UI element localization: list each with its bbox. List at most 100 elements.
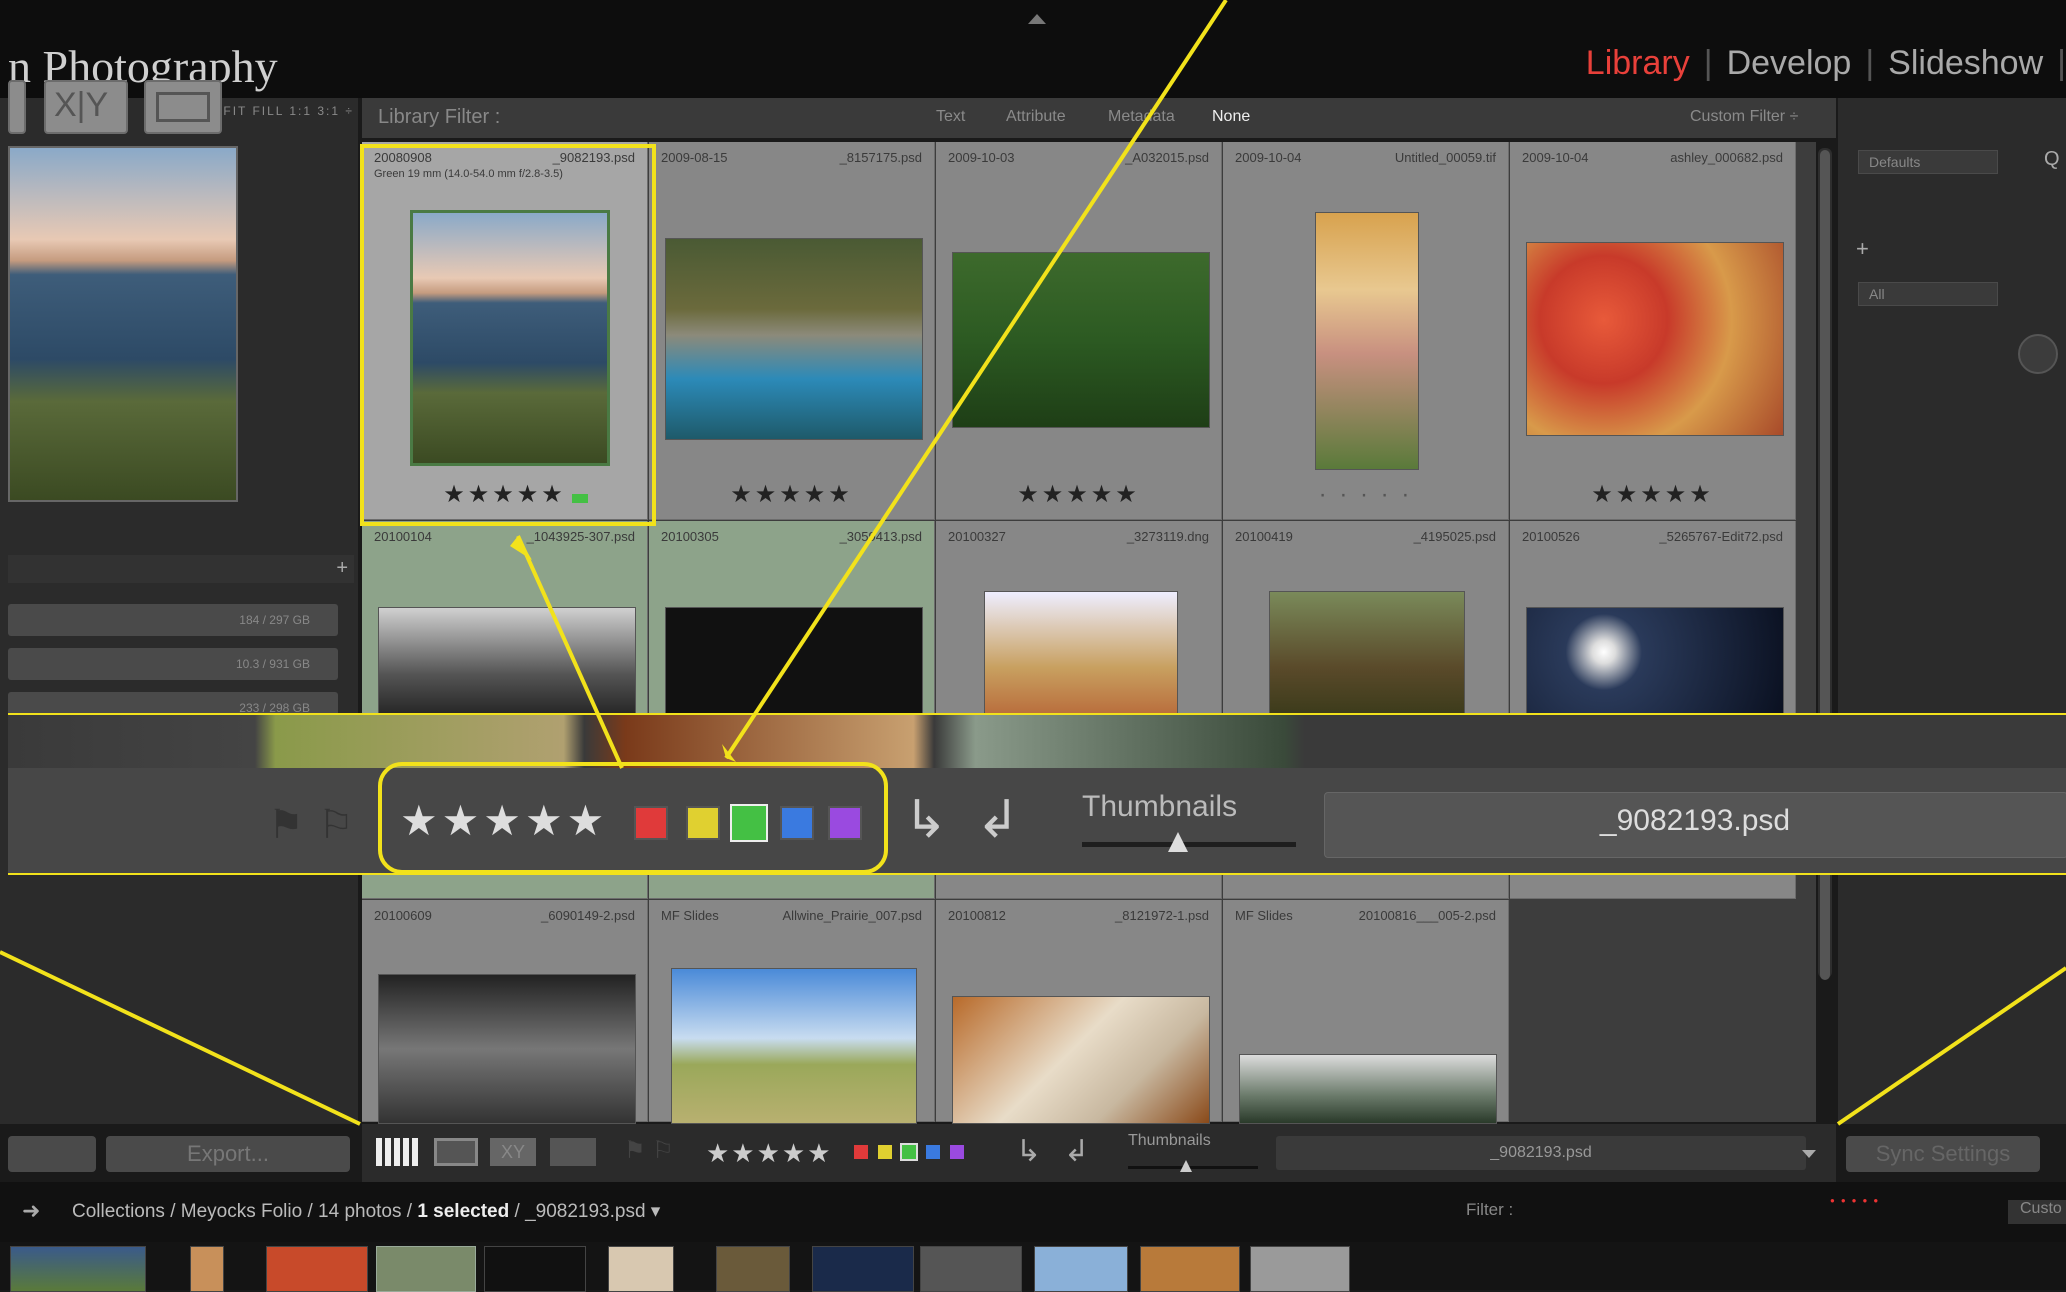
yin-yang-icon[interactable]	[2018, 334, 2058, 374]
survey-view-icon[interactable]	[550, 1138, 596, 1166]
photo-thumbnail[interactable]	[378, 974, 636, 1124]
cell-rating-stars[interactable]: ★★★★★	[936, 480, 1221, 509]
filmstrip-thumb[interactable]	[812, 1246, 914, 1292]
volume-bar[interactable]: 10.3 / 931 GB	[8, 648, 338, 680]
cell-rating-stars[interactable]: ★★★★★	[649, 480, 934, 509]
yellow-label-swatch-small[interactable]	[878, 1145, 892, 1159]
toolbar-menu-icon[interactable]	[1802, 1150, 1816, 1158]
purple-label-swatch-small[interactable]	[950, 1145, 964, 1159]
grid-cell[interactable]: 20100812 _8121972-1.psd	[936, 900, 1222, 1124]
rating-stars[interactable]: ★★★★★	[400, 796, 608, 845]
rotate-right-small-icon[interactable]: ↲	[1064, 1134, 1089, 1169]
photo-thumbnail[interactable]	[665, 607, 923, 719]
quick-develop-preset-select[interactable]: Defaults	[1858, 150, 1998, 174]
grid-cell[interactable]: 20100609 _6090149-2.psd	[362, 900, 648, 1124]
thumbnail-size-slider[interactable]	[1082, 842, 1296, 847]
forward-arrow-icon[interactable]: ➜	[22, 1198, 40, 1224]
bottom-rating-stars[interactable]: ★★★★★	[706, 1138, 833, 1169]
folders-header[interactable]: +	[8, 555, 354, 583]
filmstrip-thumb[interactable]	[716, 1246, 790, 1292]
custom-filter-select[interactable]: Custom Filter ÷	[1690, 108, 1798, 126]
zoomed-thumbnail-strip	[8, 714, 2066, 768]
flag-pick-icon[interactable]: ⚑	[268, 802, 304, 848]
photo-thumbnail[interactable]	[671, 968, 917, 1124]
module-develop[interactable]: Develop	[1727, 44, 1852, 82]
grid-cell[interactable]: 20080908 _9082193.psd Green 19 mm (14.0-5…	[362, 142, 648, 520]
module-library[interactable]: Library	[1586, 44, 1690, 82]
flag-icons[interactable]: ⚑ ⚐	[624, 1136, 674, 1165]
photo-thumbnail[interactable]	[410, 210, 610, 466]
blue-label-swatch-small[interactable]	[926, 1145, 940, 1159]
collapse-top-panel-icon[interactable]	[1028, 14, 1046, 24]
bottom-thumbnail-slider[interactable]	[1128, 1166, 1258, 1169]
thumbnail-slider-knob[interactable]	[1168, 832, 1188, 852]
grid-cell[interactable]: MF Slides Allwine_Prairie_007.psd	[649, 900, 935, 1124]
photo-thumbnail[interactable]	[984, 591, 1178, 719]
filmstrip-custom-filter[interactable]: Custo	[2008, 1200, 2066, 1224]
photo-thumbnail[interactable]	[952, 252, 1210, 428]
filter-tab-metadata[interactable]: Metadata	[1108, 108, 1175, 126]
compare-view-icon[interactable]: XY	[490, 1138, 536, 1166]
filmstrip-thumb[interactable]	[920, 1246, 1022, 1292]
module-slideshow[interactable]: Slideshow	[1888, 44, 2043, 82]
filmstrip-thumb[interactable]	[484, 1246, 586, 1292]
survey-view-button[interactable]	[144, 80, 222, 134]
filmstrip-thumb[interactable]	[376, 1246, 476, 1292]
bottom-slider-knob[interactable]	[1180, 1160, 1192, 1172]
add-folder-icon[interactable]: +	[336, 557, 348, 580]
green-label-swatch-small[interactable]	[900, 1143, 918, 1161]
cell-filename: ashley_000682.psd	[1670, 150, 1783, 165]
filter-tab-text[interactable]: Text	[936, 108, 965, 126]
sync-settings-button[interactable]: Sync Settings	[1846, 1136, 2040, 1172]
cell-rating-stars[interactable]: ★★★★★	[1510, 480, 1795, 509]
rotate-left-icon[interactable]: ↳	[904, 790, 948, 850]
photo-thumbnail[interactable]	[1315, 212, 1419, 470]
photo-thumbnail[interactable]	[378, 607, 636, 719]
loupe-view-icon[interactable]	[434, 1138, 478, 1166]
photo-thumbnail[interactable]	[1526, 607, 1784, 719]
grid-cell[interactable]: 2009-10-04 Untitled_00059.tif · · · · ·	[1223, 142, 1509, 520]
filmstrip-thumb[interactable]	[1250, 1246, 1350, 1292]
yellow-label-swatch[interactable]	[686, 806, 720, 840]
filmstrip-color-filters[interactable]: ●●●●●	[1830, 1196, 1890, 1220]
filmstrip-thumb[interactable]	[10, 1246, 146, 1292]
keyword-set-select[interactable]: All	[1858, 282, 1998, 306]
flag-reject-icon[interactable]: ⚐	[318, 802, 354, 848]
grid-cell[interactable]: 2009-08-15 _8157175.psd ★★★★★	[649, 142, 935, 520]
volume-bar[interactable]: 184 / 297 GB	[8, 604, 338, 636]
red-label-swatch-small[interactable]	[854, 1145, 868, 1159]
photo-thumbnail[interactable]	[1239, 1054, 1497, 1124]
filter-tab-none[interactable]: None	[1212, 108, 1250, 126]
purple-label-swatch[interactable]	[828, 806, 862, 840]
photo-thumbnail[interactable]	[952, 996, 1210, 1124]
cell-filename: 20100816___005-2.psd	[1358, 908, 1496, 923]
filmstrip-thumb[interactable]	[1034, 1246, 1128, 1292]
cell-date: 20080908	[374, 150, 432, 165]
grid-cell[interactable]: 2009-10-04 ashley_000682.psd ★★★★★	[1510, 142, 1796, 520]
rotate-right-icon[interactable]: ↲	[976, 790, 1020, 850]
cell-date: 2009-10-04	[1522, 150, 1589, 165]
filter-tab-attribute[interactable]: Attribute	[1006, 108, 1066, 126]
compare-view-button[interactable]: X|Y	[44, 80, 128, 134]
filmstrip-thumb[interactable]	[190, 1246, 224, 1292]
rotate-left-small-icon[interactable]: ↳	[1016, 1134, 1041, 1169]
filmstrip-thumb[interactable]	[266, 1246, 368, 1292]
green-label-swatch[interactable]	[730, 804, 768, 842]
filmstrip-thumb[interactable]	[1140, 1246, 1240, 1292]
red-label-swatch[interactable]	[634, 806, 668, 840]
breadcrumb[interactable]: Collections / Meyocks Folio / 14 photos …	[72, 1200, 660, 1223]
import-button[interactable]	[8, 1136, 96, 1172]
grid-view-icon[interactable]	[376, 1138, 420, 1166]
filmstrip-thumb[interactable]	[608, 1246, 674, 1292]
grid-cell[interactable]: 2009-10-03 _A032015.psd ★★★★★	[936, 142, 1222, 520]
blue-label-swatch[interactable]	[780, 806, 814, 840]
cell-rating-stars[interactable]: ★★★★★	[362, 480, 647, 509]
photo-thumbnail[interactable]	[1269, 591, 1465, 719]
cell-rating-stars[interactable]: · · · · ·	[1223, 481, 1508, 509]
grid-view-button[interactable]	[8, 80, 26, 134]
export-button[interactable]: Export...	[106, 1136, 350, 1172]
grid-cell[interactable]: MF Slides 20100816___005-2.psd	[1223, 900, 1509, 1124]
photo-thumbnail[interactable]	[665, 238, 923, 440]
add-keyword-icon[interactable]: +	[1856, 236, 1869, 262]
photo-thumbnail[interactable]	[1526, 242, 1784, 436]
